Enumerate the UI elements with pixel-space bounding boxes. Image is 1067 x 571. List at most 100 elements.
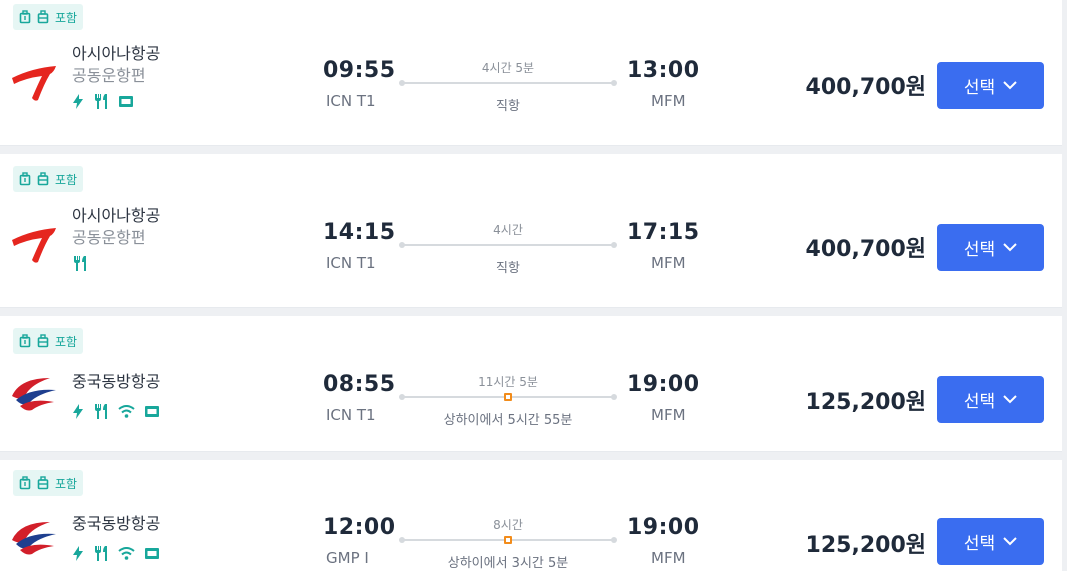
- amenities: [72, 255, 160, 271]
- departure-airport: ICN T1: [326, 254, 376, 272]
- price: 400,700원: [805, 237, 926, 262]
- airline-name: 아시아나항공: [72, 44, 161, 63]
- codeshare-label: 공동운항편: [72, 228, 146, 247]
- wifi-icon: [118, 404, 135, 418]
- codeshare-label: 공동운항편: [72, 66, 146, 85]
- amenities: [72, 545, 160, 561]
- meal-icon: [95, 545, 107, 561]
- flight-duration: 8시간: [493, 518, 523, 532]
- baggage-label: 포함: [55, 172, 78, 187]
- amenities: [72, 403, 160, 419]
- departure-time: 14:15: [323, 220, 396, 245]
- route-info: 11시간 5분 상하이에서 5시간 55분: [399, 373, 617, 429]
- power-icon: [73, 93, 83, 109]
- carry-on-bag-icon: [19, 334, 31, 348]
- arrival-time: 17:15: [627, 220, 700, 245]
- stops-label: 상하이에서 5시간 55분: [443, 413, 573, 428]
- stops-label: 상하이에서 3시간 5분: [447, 556, 569, 571]
- select-button[interactable]: 선택: [937, 518, 1044, 565]
- select-label: 선택: [963, 534, 996, 554]
- chevron-down-icon: [1003, 395, 1017, 404]
- asiana-logo: [12, 66, 56, 101]
- chevron-down-icon: [1003, 243, 1017, 252]
- route-line: [399, 536, 617, 544]
- departure-time: 09:55: [323, 58, 396, 83]
- carry-on-bag-icon: [19, 172, 31, 186]
- meal-icon: [95, 403, 107, 419]
- checked-bag-icon: [37, 10, 49, 24]
- checked-bag-icon: [37, 476, 49, 490]
- entertainment-icon: [119, 96, 133, 107]
- baggage-badge: 포함: [13, 166, 84, 192]
- stops-label: 직항: [496, 261, 520, 276]
- flight-card[interactable]: 포함 중국동방항공 12:00 GMP I 8시간 상하이에서 3시간 5분 1…: [0, 460, 1062, 571]
- flight-card[interactable]: 포함 중국동방항공 08:55 ICN T1 11시간 5분 상하이에서 5시간…: [0, 316, 1062, 452]
- arrival-time: 19:00: [627, 372, 700, 397]
- entertainment-icon: [145, 406, 159, 417]
- entertainment-icon: [145, 548, 159, 559]
- airline-info: 아시아나항공 공동운항편: [72, 43, 160, 109]
- arrival-time: 19:00: [627, 515, 700, 540]
- china-eastern-logo: [12, 522, 56, 555]
- route-info: 4시간 5분 직항: [399, 59, 617, 115]
- checked-bag-icon: [37, 334, 49, 348]
- airline-info: 중국동방항공: [72, 371, 160, 419]
- baggage-badge: 포함: [13, 470, 84, 496]
- select-label: 선택: [963, 392, 996, 412]
- price: 125,200원: [805, 390, 926, 415]
- airline-name: 아시아나항공: [72, 206, 161, 225]
- select-label: 선택: [963, 78, 996, 98]
- baggage-badge: 포함: [13, 328, 84, 354]
- route-line: [399, 242, 617, 248]
- stops-label: 직항: [496, 99, 520, 114]
- flight-duration: 4시간: [493, 223, 523, 237]
- departure-airport: GMP I: [326, 549, 369, 567]
- power-icon: [73, 403, 83, 419]
- airline-info: 아시아나항공 공동운항편: [72, 205, 160, 271]
- baggage-badge: 포함: [13, 4, 84, 30]
- route-info: 4시간 직항: [399, 221, 617, 277]
- meal-icon: [74, 255, 86, 271]
- china-eastern-logo: [12, 378, 56, 411]
- asiana-logo: [12, 228, 56, 263]
- stopover-marker: [504, 536, 512, 544]
- select-button[interactable]: 선택: [937, 62, 1044, 109]
- route-info: 8시간 상하이에서 3시간 5분: [399, 516, 617, 571]
- arrival-airport: MFM: [651, 549, 686, 567]
- route-line: [399, 393, 617, 401]
- select-button[interactable]: 선택: [937, 224, 1044, 271]
- meal-icon: [95, 93, 107, 109]
- departure-airport: ICN T1: [326, 92, 376, 110]
- chevron-down-icon: [1003, 537, 1017, 546]
- arrival-time: 13:00: [627, 58, 700, 83]
- select-label: 선택: [963, 240, 996, 260]
- departure-airport: ICN T1: [326, 406, 376, 424]
- wifi-icon: [118, 546, 135, 560]
- carry-on-bag-icon: [19, 10, 31, 24]
- airline-name: 중국동방항공: [72, 372, 161, 391]
- checked-bag-icon: [37, 172, 49, 186]
- price: 400,700원: [805, 75, 926, 100]
- arrival-airport: MFM: [651, 92, 686, 110]
- flight-duration: 4시간 5분: [481, 61, 535, 75]
- power-icon: [73, 545, 83, 561]
- route-line: [399, 80, 617, 86]
- flight-card[interactable]: 포함 아시아나항공 공동운항편 09:55 ICN T1 4시간 5분 직항 1…: [0, 0, 1062, 146]
- flight-card[interactable]: 포함 아시아나항공 공동운항편 14:15 ICN T1 4시간 직항 17:1…: [0, 154, 1062, 308]
- baggage-label: 포함: [55, 10, 78, 25]
- amenities: [72, 93, 160, 109]
- baggage-label: 포함: [55, 334, 78, 349]
- flight-duration: 11시간 5분: [478, 375, 538, 389]
- arrival-airport: MFM: [651, 406, 686, 424]
- airline-name: 중국동방항공: [72, 514, 161, 533]
- select-button[interactable]: 선택: [937, 376, 1044, 423]
- arrival-airport: MFM: [651, 254, 686, 272]
- price: 125,200원: [805, 533, 926, 558]
- stopover-marker: [504, 393, 512, 401]
- departure-time: 12:00: [323, 515, 396, 540]
- carry-on-bag-icon: [19, 476, 31, 490]
- airline-info: 중국동방항공: [72, 513, 160, 561]
- departure-time: 08:55: [323, 372, 396, 397]
- chevron-down-icon: [1003, 81, 1017, 90]
- baggage-label: 포함: [55, 476, 78, 491]
